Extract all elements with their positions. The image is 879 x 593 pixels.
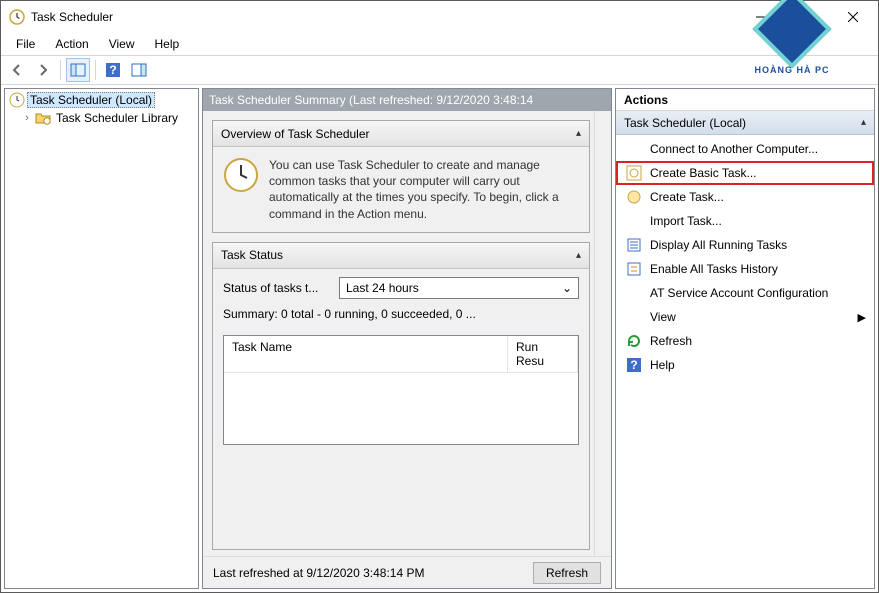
overview-title: Overview of Task Scheduler (221, 127, 370, 141)
action-create-task[interactable]: Create Task... (616, 185, 874, 209)
collapse-up-icon: ▴ (861, 117, 866, 128)
action-label: Display All Running Tasks (650, 238, 787, 252)
clock-icon (9, 92, 25, 108)
navigation-tree-pane: Task Scheduler (Local) › Task Scheduler … (4, 88, 199, 589)
menu-view[interactable]: View (100, 35, 144, 53)
blank-icon (626, 285, 642, 301)
action-label: View (650, 310, 676, 324)
help-icon: ? (626, 357, 642, 373)
blank-icon (626, 309, 642, 325)
maximize-button[interactable] (784, 2, 830, 32)
column-task-name[interactable]: Task Name (224, 336, 508, 373)
status-range-label: Status of tasks t... (223, 281, 333, 295)
overview-text: You can use Task Scheduler to create and… (269, 157, 579, 222)
task-status-table: Task Name Run Resu (223, 335, 579, 445)
titlebar: Task Scheduler (1, 1, 878, 33)
menu-file[interactable]: File (7, 35, 44, 53)
blank-icon (626, 213, 642, 229)
action-display-running[interactable]: Display All Running Tasks (616, 233, 874, 257)
svg-text:?: ? (630, 358, 637, 372)
chevron-down-icon: ⌄ (562, 281, 572, 295)
tree-node-label: Task Scheduler (Local) (27, 92, 155, 108)
action-at-config[interactable]: AT Service Account Configuration (616, 281, 874, 305)
action-label: Enable All Tasks History (650, 262, 778, 276)
vertical-scrollbar[interactable] (594, 111, 611, 556)
collapse-up-icon: ▴ (576, 250, 581, 261)
action-refresh[interactable]: Refresh (616, 329, 874, 353)
svg-text:?: ? (109, 63, 116, 77)
actions-group-header[interactable]: Task Scheduler (Local) ▴ (616, 111, 874, 135)
overview-section-header[interactable]: Overview of Task Scheduler ▴ (213, 121, 589, 147)
action-label: Import Task... (650, 214, 722, 228)
toolbar: ? (1, 55, 878, 85)
action-label: Refresh (650, 334, 692, 348)
refresh-button[interactable]: Refresh (533, 562, 601, 584)
wizard-icon (626, 165, 642, 181)
toggle-actions-pane-button[interactable] (127, 58, 151, 82)
summary-header: Task Scheduler Summary (Last refreshed: … (203, 89, 611, 111)
column-run-result[interactable]: Run Resu (508, 336, 578, 373)
app-window: HOÀNG HÀ PC Task Scheduler File Action V… (0, 0, 879, 593)
help-button[interactable]: ? (101, 58, 125, 82)
status-summary-text: Summary: 0 total - 0 running, 0 succeede… (213, 307, 589, 329)
actions-list: Connect to Another Computer... Create Ba… (616, 135, 874, 379)
folder-clock-icon (35, 110, 51, 126)
actions-group-label: Task Scheduler (Local) (624, 116, 746, 130)
menu-help[interactable]: Help (146, 35, 189, 53)
nav-forward-button[interactable] (31, 58, 55, 82)
overview-section: Overview of Task Scheduler ▴ You can use… (212, 120, 590, 233)
summary-footer: Last refreshed at 9/12/2020 3:48:14 PM R… (203, 556, 611, 588)
action-label: Connect to Another Computer... (650, 142, 818, 156)
task-new-icon (626, 189, 642, 205)
action-label: Create Basic Task... (650, 166, 757, 180)
last-refreshed-text: Last refreshed at 9/12/2020 3:48:14 PM (213, 566, 424, 580)
task-status-section: Task Status ▴ Status of tasks t... Last … (212, 242, 590, 550)
menubar: File Action View Help (1, 33, 878, 55)
action-help[interactable]: ? Help (616, 353, 874, 377)
tree-node-root[interactable]: Task Scheduler (Local) (7, 91, 196, 109)
summary-body: Overview of Task Scheduler ▴ You can use… (203, 111, 594, 556)
tree-node-library[interactable]: › Task Scheduler Library (7, 109, 196, 127)
actions-pane: Actions Task Scheduler (Local) ▴ Connect… (615, 88, 875, 589)
refresh-icon (626, 333, 642, 349)
status-range-combo[interactable]: Last 24 hours ⌄ (339, 277, 579, 299)
actions-pane-header: Actions (616, 89, 874, 111)
action-label: Create Task... (650, 190, 724, 204)
action-import-task[interactable]: Import Task... (616, 209, 874, 233)
action-enable-history[interactable]: Enable All Tasks History (616, 257, 874, 281)
combo-value: Last 24 hours (346, 281, 419, 295)
action-create-basic-task[interactable]: Create Basic Task... (616, 161, 874, 185)
status-section-header[interactable]: Task Status ▴ (213, 243, 589, 269)
status-title: Task Status (221, 248, 283, 262)
app-clock-icon (9, 9, 25, 25)
toolbar-separator (95, 60, 96, 80)
action-label: AT Service Account Configuration (650, 286, 828, 300)
toggle-tree-pane-button[interactable] (66, 58, 90, 82)
history-icon (626, 261, 642, 277)
minimize-button[interactable] (738, 2, 784, 32)
expand-icon[interactable]: › (21, 113, 33, 124)
collapse-up-icon: ▴ (576, 128, 581, 139)
action-connect-computer[interactable]: Connect to Another Computer... (616, 137, 874, 161)
nav-back-button[interactable] (5, 58, 29, 82)
tree-node-label: Task Scheduler Library (53, 111, 181, 125)
summary-pane: Task Scheduler Summary (Last refreshed: … (202, 88, 612, 589)
action-label: Help (650, 358, 675, 372)
close-button[interactable] (830, 2, 876, 32)
window-title: Task Scheduler (31, 10, 738, 24)
list-icon (626, 237, 642, 253)
blank-icon (626, 141, 642, 157)
submenu-arrow-icon: ▶ (858, 311, 866, 324)
main-area: Task Scheduler (Local) › Task Scheduler … (1, 85, 878, 592)
toolbar-separator (60, 60, 61, 80)
menu-action[interactable]: Action (46, 35, 97, 53)
action-view-submenu[interactable]: View ▶ (616, 305, 874, 329)
clock-large-icon (223, 157, 259, 193)
